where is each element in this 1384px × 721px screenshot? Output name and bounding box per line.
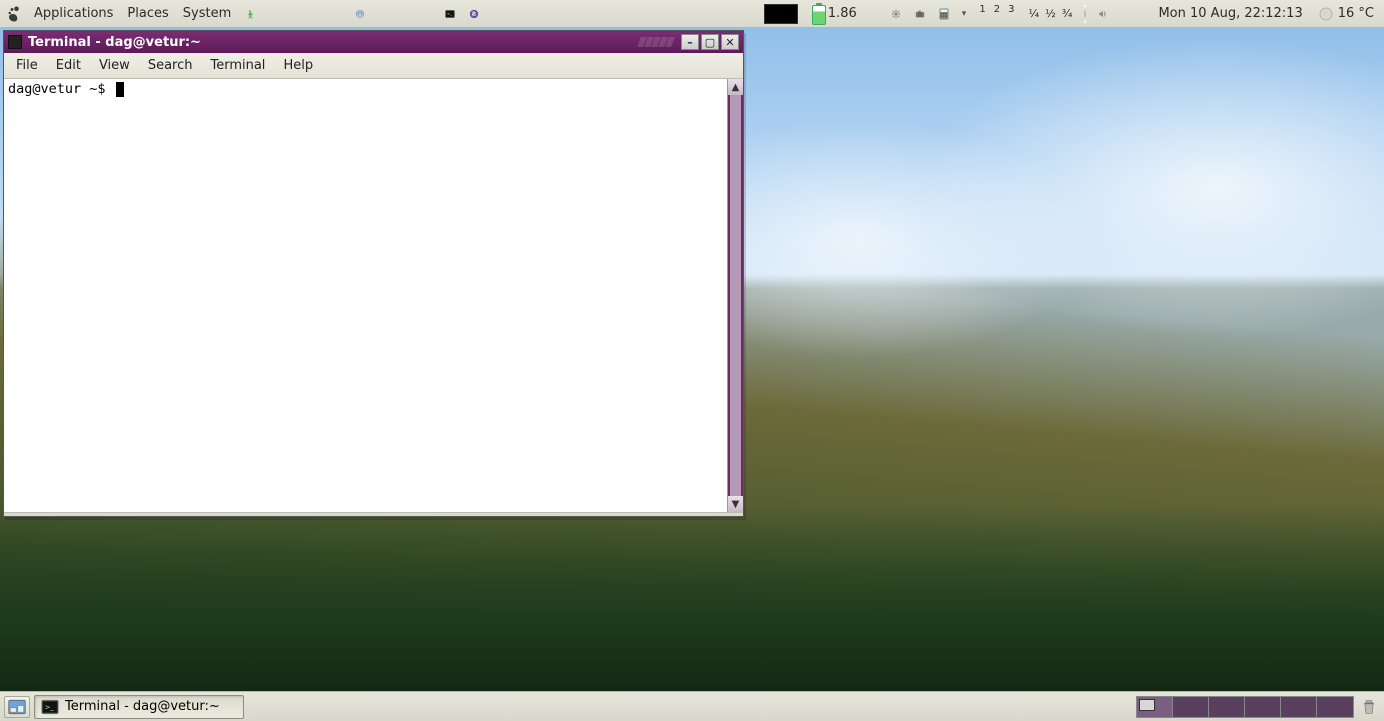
scroll-up-icon[interactable]: ▲ — [728, 79, 743, 95]
task-terminal-icon: >_ — [41, 698, 59, 716]
menu-terminal[interactable]: Terminal — [202, 55, 273, 76]
pager-window-mini — [1139, 699, 1155, 711]
char-threequarter[interactable]: ¾ — [1062, 7, 1073, 20]
window-title: Terminal - dag@vetur:~ — [28, 35, 632, 50]
globe-icon[interactable] — [351, 5, 369, 23]
char-half[interactable]: ½ — [1045, 7, 1056, 20]
tray-settings-icon[interactable] — [887, 5, 905, 23]
camera-icon[interactable] — [911, 5, 929, 23]
titlebar[interactable]: Terminal - dag@vetur:~ – ▢ ✕ — [4, 31, 743, 53]
terminal-cursor — [116, 82, 124, 97]
top-panel: Applications Places System >_ 1.86 ▾ 1 2 — [0, 0, 1384, 28]
menubar: File Edit View Search Terminal Help — [4, 53, 743, 79]
character-picker-fractions[interactable]: ¼ ½ ¾ — [1024, 0, 1076, 27]
minimize-button[interactable]: – — [681, 34, 699, 50]
taskbar-terminal-button[interactable]: >_ Terminal - dag@vetur:~ — [34, 695, 244, 719]
char-1[interactable]: 1 — [979, 4, 985, 15]
run-icon[interactable] — [241, 5, 259, 23]
weather-icon — [1317, 5, 1335, 23]
svg-text:>_: >_ — [447, 12, 452, 16]
svg-text:>_: >_ — [45, 703, 55, 711]
places-menu[interactable]: Places — [123, 0, 172, 27]
emacs-launcher-icon[interactable] — [465, 5, 483, 23]
weather-temp: 16 °C — [1338, 6, 1374, 21]
cpu-monitor[interactable] — [760, 0, 802, 27]
weather-applet[interactable]: 16 °C — [1313, 0, 1378, 27]
calculator-icon[interactable] — [935, 5, 953, 23]
clock-applet[interactable]: Mon 10 Aug, 22:12:13 — [1154, 0, 1306, 27]
workspace-6[interactable] — [1317, 697, 1353, 717]
trash-icon[interactable] — [1358, 696, 1380, 718]
volume-icon[interactable] — [1094, 5, 1112, 23]
workspace-5[interactable] — [1281, 697, 1317, 717]
menu-file[interactable]: File — [8, 55, 46, 76]
menu-search[interactable]: Search — [140, 55, 201, 76]
tray-dropdown-arrow-icon[interactable]: ▾ — [959, 9, 970, 19]
terminal-launcher-icon[interactable]: >_ — [441, 5, 459, 23]
char-quarter[interactable]: ¼ — [1028, 7, 1039, 20]
terminal-content[interactable]: dag@vetur ~$ — [4, 79, 727, 512]
maximize-button[interactable]: ▢ — [701, 34, 719, 50]
panel-divider — [1084, 5, 1086, 23]
workspace-4[interactable] — [1245, 697, 1281, 717]
window-resize-grip[interactable] — [4, 512, 743, 516]
menu-help[interactable]: Help — [275, 55, 321, 76]
workspace-2[interactable] — [1173, 697, 1209, 717]
titlebar-decoration — [638, 37, 673, 47]
menu-view[interactable]: View — [91, 55, 138, 76]
system-menu[interactable]: System — [179, 0, 235, 27]
battery-applet[interactable]: 1.86 — [808, 0, 861, 27]
vertical-scrollbar[interactable]: ▲ ▼ — [727, 79, 743, 512]
scroll-down-icon[interactable]: ▼ — [728, 496, 743, 512]
workspace-3[interactable] — [1209, 697, 1245, 717]
window-app-icon — [8, 35, 22, 49]
terminal-window[interactable]: Terminal - dag@vetur:~ – ▢ ✕ File Edit V… — [3, 30, 744, 517]
menu-edit[interactable]: Edit — [48, 55, 89, 76]
terminal-prompt: dag@vetur ~$ — [8, 81, 114, 97]
show-desktop-button[interactable] — [4, 696, 30, 718]
char-3[interactable]: 3 — [1008, 4, 1014, 15]
close-button[interactable]: ✕ — [721, 34, 739, 50]
workspace-pager[interactable] — [1136, 696, 1354, 718]
character-picker-digits[interactable]: 1 2 3 — [975, 0, 1018, 27]
applications-menu[interactable]: Applications — [30, 0, 117, 27]
bottom-panel: >_ Terminal - dag@vetur:~ — [0, 691, 1384, 721]
char-2[interactable]: 2 — [994, 4, 1000, 15]
battery-value: 1.86 — [828, 6, 857, 21]
taskbar-terminal-label: Terminal - dag@vetur:~ — [65, 699, 220, 714]
gnome-foot-icon — [6, 5, 24, 23]
workspace-1[interactable] — [1137, 697, 1173, 717]
scrollbar-track[interactable] — [730, 95, 741, 496]
